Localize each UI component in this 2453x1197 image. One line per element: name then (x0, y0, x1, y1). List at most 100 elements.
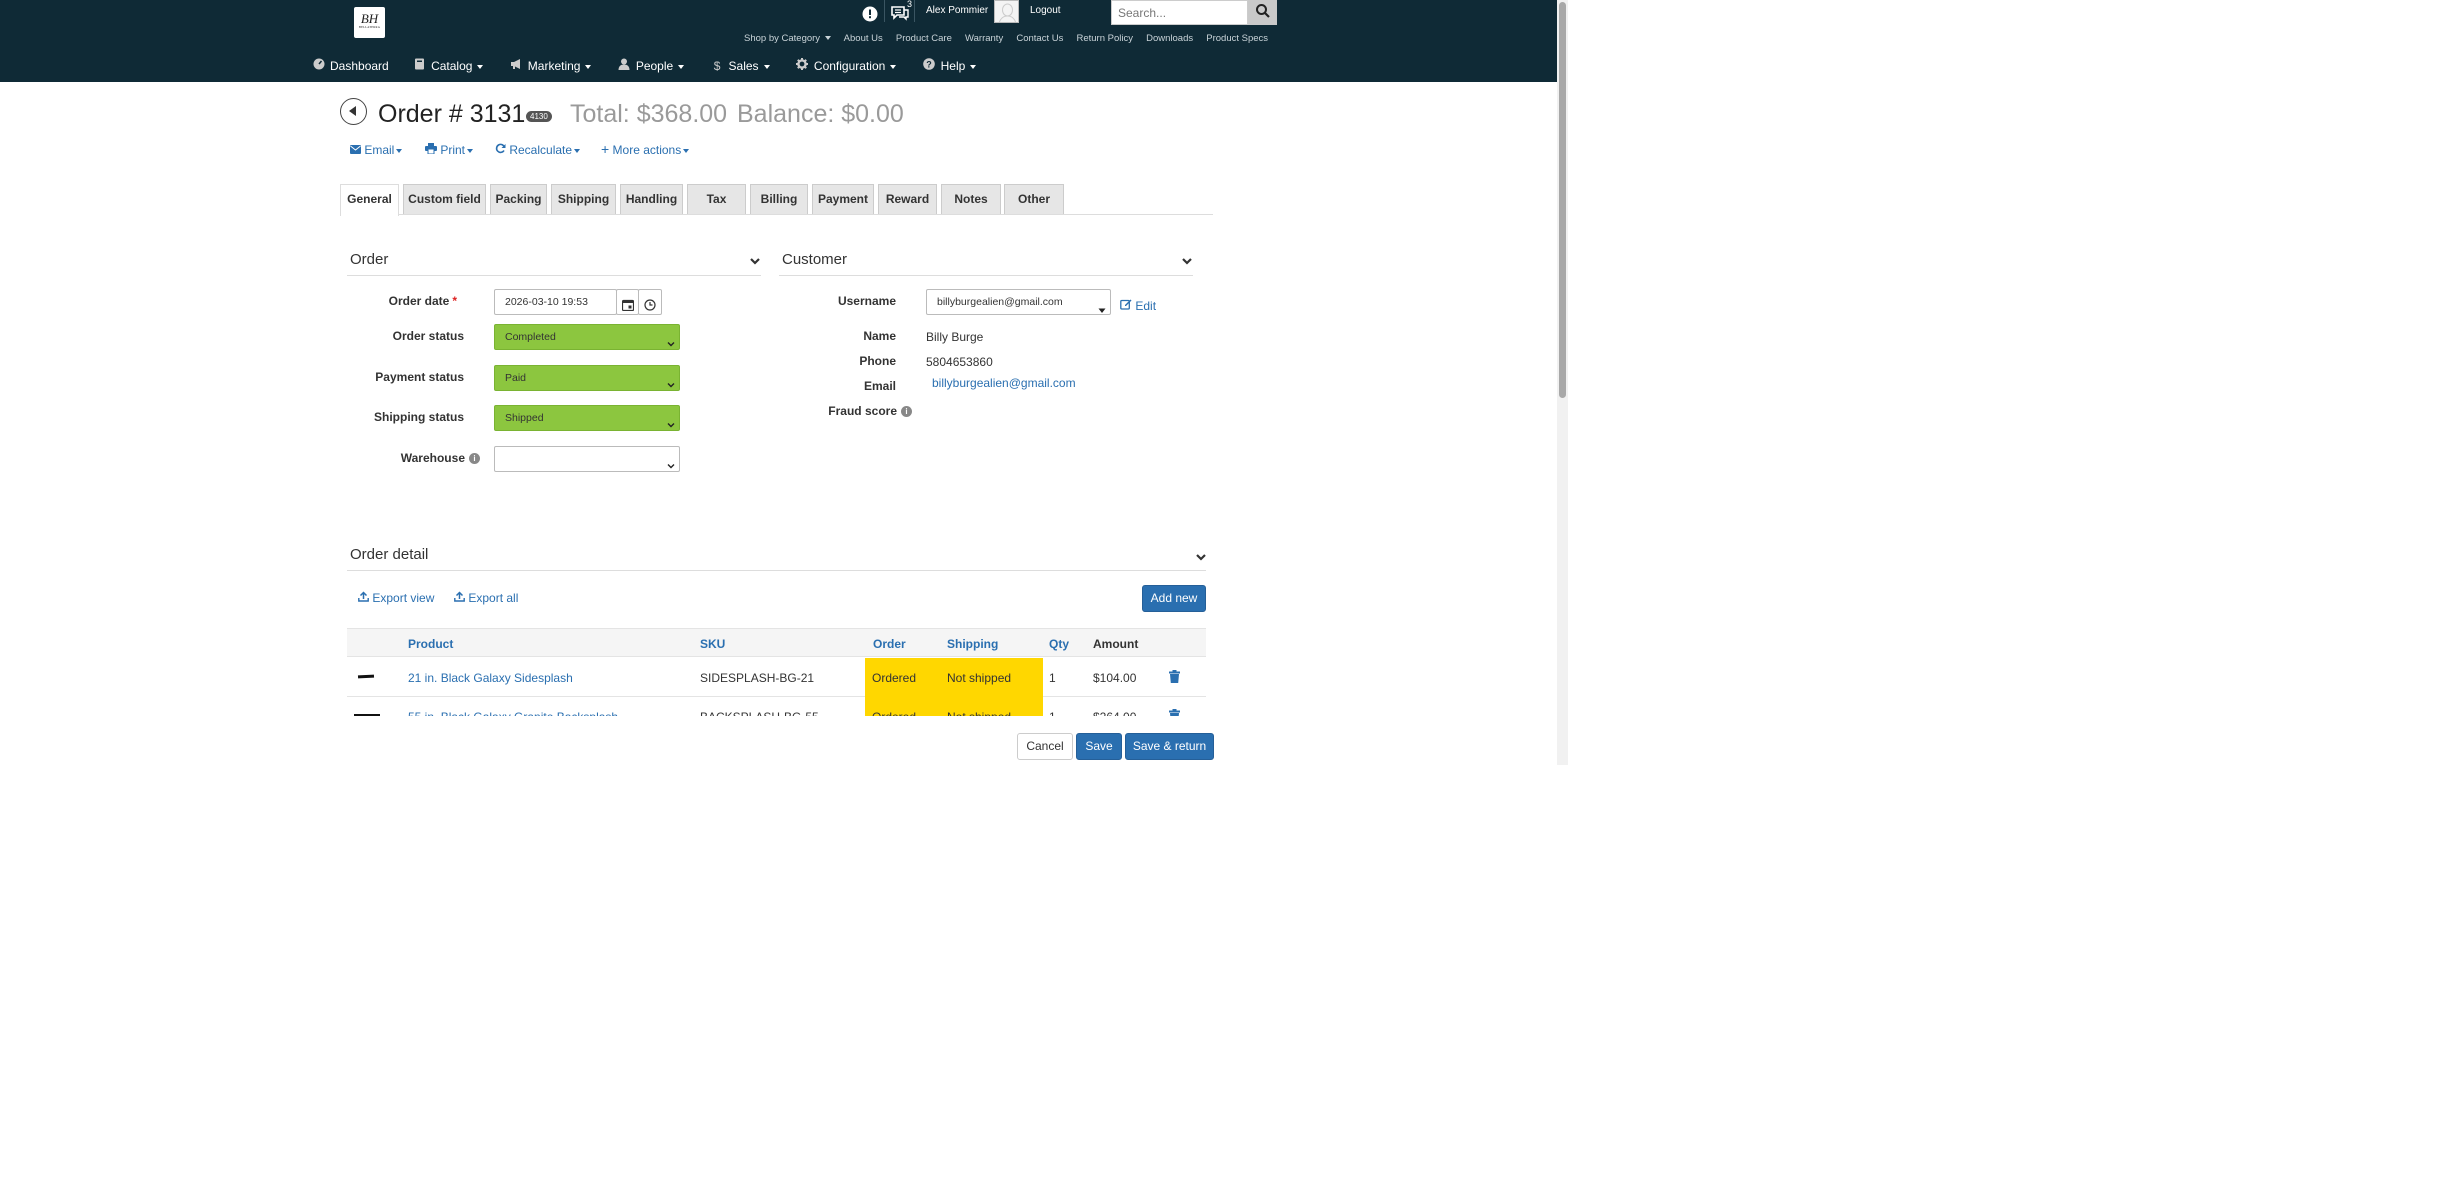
export-all-link[interactable]: Export all (454, 591, 518, 605)
tab-shipping[interactable]: Shipping (551, 184, 616, 214)
nav-sales[interactable]: $ Sales (711, 59, 770, 73)
notification-icon[interactable] (860, 3, 882, 23)
recalculate-action[interactable]: Recalculate (495, 143, 581, 157)
warehouse-select[interactable] (494, 446, 680, 472)
nav-help[interactable]: ? Help (923, 58, 977, 73)
email-action[interactable]: Email (350, 143, 403, 157)
printer-icon (425, 143, 437, 157)
column-shipping[interactable]: Shipping (947, 637, 998, 651)
panel-divider (779, 275, 1193, 276)
nav-marketing[interactable]: Marketing (510, 58, 592, 73)
envelope-icon (350, 143, 361, 157)
avatar[interactable] (994, 0, 1019, 23)
nav-catalog[interactable]: Catalog (413, 58, 484, 73)
order-detail-title: Order detail (350, 546, 429, 563)
payment-status-select[interactable]: Paid (494, 365, 680, 391)
order-date-label: Order date * (389, 294, 457, 308)
top-link-product-specs[interactable]: Product Specs (1206, 33, 1268, 44)
logout-link[interactable]: Logout (1030, 5, 1061, 16)
chevron-down-icon[interactable] (1181, 255, 1193, 265)
tab-general[interactable]: General (340, 184, 399, 216)
plus-icon: + (601, 141, 610, 157)
customer-email-link[interactable]: billyburgealien@gmail.com (932, 376, 1076, 390)
order-panel-title: Order (350, 251, 389, 268)
tab-reward[interactable]: Reward (878, 184, 937, 214)
column-qty[interactable]: Qty (1049, 637, 1069, 651)
username-select[interactable]: billyburgealien@gmail.com (926, 289, 1111, 315)
top-link-shop-by-category[interactable]: Shop by Category (744, 33, 832, 44)
chevron-down-icon (890, 64, 897, 69)
column-product[interactable]: Product (408, 637, 453, 651)
tab-notes[interactable]: Notes (941, 184, 1001, 214)
order-status-label: Order status (392, 329, 464, 343)
tab-bar: General Custom field Packing Shipping Ha… (340, 184, 1213, 216)
trash-icon[interactable] (1169, 670, 1180, 683)
user-name[interactable]: Alex Pommier (926, 5, 988, 16)
cancel-button[interactable]: Cancel (1017, 733, 1073, 760)
save-button[interactable]: Save (1076, 733, 1122, 760)
panel-divider (347, 570, 1206, 571)
tab-custom-field[interactable]: Custom field (403, 184, 486, 214)
info-icon[interactable]: i (469, 453, 480, 465)
order-status-cell[interactable]: Ordered (872, 671, 916, 685)
save-and-return-button[interactable]: Save & return (1125, 733, 1214, 760)
required-marker: * (452, 294, 457, 308)
column-amount: Amount (1093, 637, 1139, 651)
user-icon (618, 58, 631, 73)
chevron-down-icon (396, 148, 403, 153)
order-date-input[interactable]: 2026-03-10 19:53 (494, 289, 617, 315)
chevron-down-icon (763, 64, 770, 69)
tab-handling[interactable]: Handling (620, 184, 683, 214)
search-button[interactable] (1248, 0, 1277, 25)
chevron-down-icon[interactable] (749, 255, 761, 265)
email-label: Email (863, 379, 896, 393)
action-label: Email (364, 143, 395, 157)
top-link-contact-us[interactable]: Contact Us (1016, 33, 1063, 44)
time-button[interactable] (638, 289, 662, 315)
tab-billing[interactable]: Billing (750, 184, 808, 214)
print-action[interactable]: Print (425, 143, 474, 157)
column-sku[interactable]: SKU (700, 637, 725, 651)
tab-other[interactable]: Other (1004, 184, 1064, 214)
shipping-status-cell[interactable]: Not shipped (947, 671, 1011, 685)
calendar-button[interactable] (616, 289, 639, 315)
dollar-icon: $ (713, 59, 721, 73)
add-new-button[interactable]: Add new (1142, 585, 1206, 612)
nav-dashboard[interactable]: Dashboard (312, 58, 389, 73)
table-row: 21 in. Black Galaxy Sidesplash SIDESPLAS… (347, 658, 1206, 697)
top-link-product-care[interactable]: Product Care (896, 33, 952, 44)
shipping-status-select[interactable]: Shipped (494, 405, 680, 431)
edit-customer-link[interactable]: Edit (1120, 298, 1156, 313)
product-thumbnail[interactable] (357, 674, 375, 679)
top-link-warranty[interactable]: Warranty (965, 33, 1003, 44)
tab-tax[interactable]: Tax (687, 184, 746, 214)
username-label: Username (837, 294, 896, 308)
export-view-link[interactable]: Export view (358, 591, 434, 605)
chevron-down-icon (667, 414, 675, 428)
back-button[interactable] (340, 98, 367, 125)
order-status-select[interactable]: Completed (494, 324, 680, 350)
tab-packing[interactable]: Packing (490, 184, 547, 214)
top-link-return-policy[interactable]: Return Policy (1076, 33, 1133, 44)
panel-divider (347, 275, 761, 276)
info-icon[interactable]: i (901, 406, 912, 418)
top-link-about-us[interactable]: About Us (844, 33, 883, 44)
chevron-down-icon[interactable] (1195, 551, 1207, 561)
qty-cell: 1 (1049, 671, 1056, 685)
select-value: Paid (505, 372, 527, 384)
nav-people[interactable]: People (618, 58, 685, 73)
product-link[interactable]: 21 in. Black Galaxy Sidesplash (408, 671, 573, 685)
more-actions[interactable]: + More actions (601, 141, 690, 157)
megaphone-icon (510, 58, 523, 73)
tab-payment[interactable]: Payment (812, 184, 874, 214)
table-header: Product SKU Order Shipping Qty Amount (347, 628, 1206, 657)
store-logo[interactable]: BH BELLATERRA (354, 7, 385, 38)
chevron-down-icon (683, 148, 690, 153)
nav-configuration[interactable]: Configuration (796, 58, 897, 73)
column-order[interactable]: Order (873, 637, 906, 651)
phone-label: Phone (859, 354, 896, 368)
search-input[interactable] (1111, 0, 1248, 25)
scrollbar-thumb[interactable] (1559, 2, 1566, 398)
top-link-downloads[interactable]: Downloads (1146, 33, 1193, 44)
edit-icon (1120, 299, 1132, 313)
